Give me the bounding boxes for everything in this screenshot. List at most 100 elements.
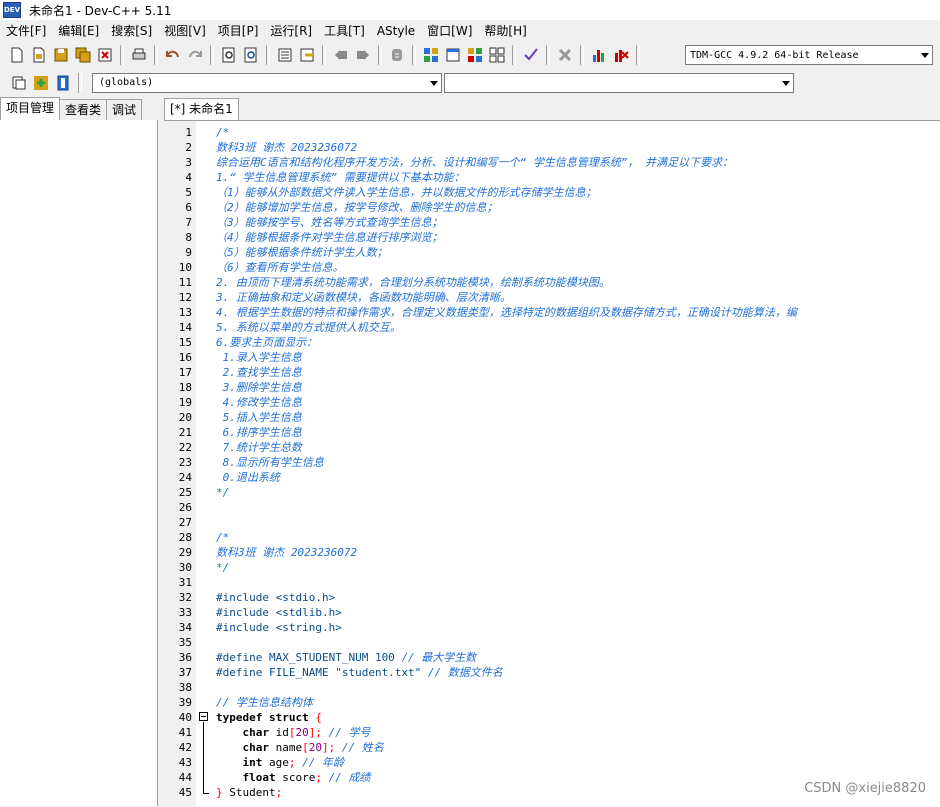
new-project-button[interactable]	[9, 73, 29, 93]
toolbar-separator	[378, 45, 382, 65]
menu-search[interactable]: 搜索[S]	[105, 20, 158, 42]
toolbar-separator	[546, 45, 550, 65]
run-button[interactable]	[443, 45, 463, 65]
code-token: // 年龄	[302, 756, 344, 769]
code-line: 43 int age; // 年龄	[179, 755, 940, 770]
code-line: 10 （6）查看所有学生信息。	[179, 260, 940, 275]
save-button[interactable]	[51, 45, 71, 65]
add-to-project-button[interactable]	[31, 73, 51, 93]
rebuild-all-button[interactable]	[487, 45, 507, 65]
line-number: 4	[185, 171, 192, 184]
compile-run-button[interactable]	[465, 45, 485, 65]
code-line: 4 1.“ 学生信息管理系统” 需要提供以下基本功能：	[185, 170, 940, 185]
code-token: /*	[216, 531, 230, 544]
line-number: 40	[178, 711, 192, 724]
stop-execution-button[interactable]	[555, 45, 575, 65]
redo-button[interactable]	[185, 45, 205, 65]
tab-class-browser[interactable]: 查看类	[59, 99, 108, 120]
project-panel[interactable]	[0, 120, 158, 806]
toggle-bookmark-button[interactable]	[331, 45, 351, 65]
menu-window[interactable]: 窗口[W]	[421, 20, 478, 42]
line-number: 26	[178, 501, 192, 514]
code-line: 27	[179, 515, 940, 530]
line-number: 44	[178, 771, 192, 784]
code-token: 4.修改学生信息	[216, 396, 302, 409]
menu-project[interactable]: 项目[P]	[212, 20, 265, 42]
line-number: 45	[178, 786, 192, 799]
toolbar-separator	[154, 45, 158, 65]
code-token: // 学号	[328, 726, 371, 739]
code-editor[interactable]: 1 /* 2 数科3班 谢杰 2023236072 3 综合运用C语言和结构化程序开发方法…	[164, 120, 940, 807]
code-line: 34 #include <string.h>	[179, 620, 940, 635]
code-line: 18 3.删除学生信息	[179, 380, 940, 395]
code-line: 7 （3）能够按学号、姓名等方式查询学生信息；	[185, 215, 940, 230]
devcpp-app-icon[interactable]: DEV	[3, 2, 21, 18]
code-token: #define FILE_NAME "student.txt"	[216, 666, 428, 679]
indent-button[interactable]	[275, 45, 295, 65]
code-token: （4）能够根据条件对学生信息进行排序浏览；	[216, 231, 443, 244]
toolbar-separator	[412, 45, 416, 65]
fold-guide-end	[203, 793, 209, 794]
code-token: 1.“ 学生信息管理系统” 需要提供以下基本功能：	[216, 171, 465, 184]
scope-combo[interactable]: (globals)	[92, 73, 442, 93]
find-button[interactable]	[219, 45, 239, 65]
tab-debug[interactable]: 调试	[106, 99, 143, 120]
menu-file[interactable]: 文件[F]	[0, 20, 52, 42]
check-mark-icon	[524, 48, 538, 61]
line-number: 5	[185, 186, 192, 199]
code-token: 6.要求主页面显示：	[216, 336, 318, 349]
menu-run[interactable]: 运行[R]	[264, 20, 318, 42]
open-file-button[interactable]	[29, 45, 49, 65]
bar-chart-icon	[593, 50, 604, 62]
tab-project-manager[interactable]: 项目管理	[0, 97, 61, 120]
code-line: 40 typedef struct {	[179, 710, 940, 725]
profile-analysis-button[interactable]	[589, 45, 609, 65]
fold-toggle-button[interactable]	[199, 712, 208, 721]
project-options-button[interactable]	[53, 73, 73, 93]
goto-line-button[interactable]	[387, 45, 407, 65]
undo-icon	[166, 50, 179, 58]
code-line: 41 char id[20]; // 学号	[179, 725, 940, 740]
code-token: int	[242, 756, 269, 769]
menu-astyle[interactable]: AStyle	[371, 20, 421, 42]
replace-icon	[244, 47, 257, 63]
code-token: 4. 根据学生数据的特点和操作需求，合理定义数据类型，选择特定的数据组织及数据存…	[216, 306, 797, 319]
syntax-check-button[interactable]	[521, 45, 541, 65]
stop-x-icon	[558, 48, 572, 62]
menu-view[interactable]: 视图[V]	[158, 20, 212, 42]
line-number: 41	[178, 726, 192, 739]
delete-profile-button[interactable]	[611, 45, 631, 65]
new-file-button[interactable]	[7, 45, 27, 65]
tab-untitled-1[interactable]: [*] 未命名1	[164, 98, 239, 120]
code-token: [	[302, 741, 309, 754]
symbol-combo[interactable]	[444, 73, 794, 93]
replace-button[interactable]	[241, 45, 261, 65]
compiler-select[interactable]: TDM-GCC 4.9.2 64-bit Release	[685, 45, 933, 65]
unindent-button[interactable]	[297, 45, 317, 65]
code-token: 7.统计学生总数	[216, 441, 302, 454]
save-all-button[interactable]	[73, 45, 93, 65]
line-number: 39	[178, 696, 192, 709]
code-line: 42 char name[20]; // 姓名	[179, 740, 940, 755]
code-token: 数科3班 谢杰 2023236072	[216, 546, 358, 559]
menu-edit[interactable]: 编辑[E]	[52, 20, 105, 42]
code-lines: 1 /* 2 数科3班 谢杰 2023236072 3 综合运用C语言和结构化程序开发方法…	[179, 125, 940, 800]
indent-icon	[278, 48, 292, 62]
menu-tools[interactable]: 工具[T]	[318, 20, 371, 42]
code-token: Student	[229, 786, 276, 799]
unindent-icon	[300, 48, 314, 62]
compile-button[interactable]	[421, 45, 441, 65]
goto-bookmark-button[interactable]	[353, 45, 373, 65]
close-file-button[interactable]	[95, 45, 115, 65]
undo-button[interactable]	[163, 45, 183, 65]
menu-help[interactable]: 帮助[H]	[478, 20, 532, 42]
code-token: */	[216, 561, 230, 574]
code-line: 20 5.插入学生信息	[179, 410, 940, 425]
line-number: 42	[178, 741, 192, 754]
line-number: 2	[185, 141, 192, 154]
print-button[interactable]	[129, 45, 149, 65]
code-line: 17 2.查找学生信息	[179, 365, 940, 380]
